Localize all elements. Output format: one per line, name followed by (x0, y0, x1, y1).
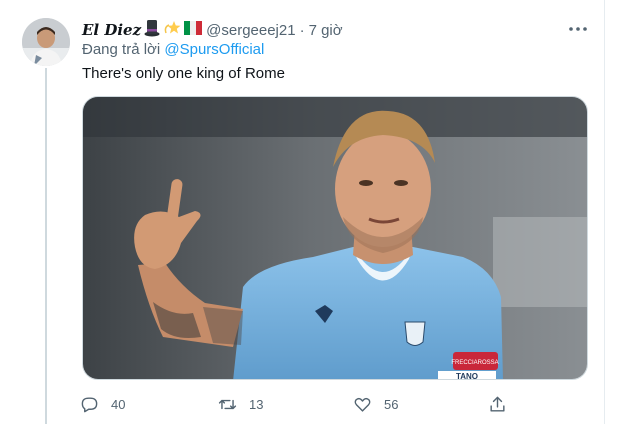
italy-flag-emoji (184, 21, 203, 39)
like-count: 56 (384, 396, 399, 412)
share-icon (490, 396, 505, 412)
more-options-button[interactable] (566, 19, 590, 39)
retweet-button[interactable]: 13 (218, 392, 263, 416)
replying-to-mention[interactable]: @SpursOfficial (164, 41, 264, 58)
replying-to-label: Đang trả lời (82, 41, 161, 58)
like-button[interactable]: 56 (353, 392, 398, 416)
tweet-header: El Diez @sergeeej21 · 7 giờ (82, 19, 343, 41)
user-handle[interactable]: @sergeeej21 (206, 22, 295, 39)
retweet-count: 13 (249, 396, 264, 412)
share-button[interactable] (488, 392, 507, 416)
player-photo: FRECCIAROSSA TANO (83, 97, 587, 380)
thread-line (45, 68, 47, 424)
reply-icon (81, 396, 98, 412)
tweet-actions: 40 13 56 (80, 392, 520, 416)
dizzy-star-emoji (163, 19, 181, 41)
like-icon (354, 397, 371, 412)
top-hat-emoji (144, 19, 160, 41)
tweet-timestamp[interactable]: 7 giờ (309, 22, 343, 39)
tweet[interactable]: El Diez @sergeeej21 · 7 giờ Đang trả lời… (0, 0, 606, 424)
tweet-text: There's only one king of Rome (82, 65, 285, 82)
retweet-icon (218, 399, 237, 409)
reply-button[interactable]: 40 (80, 392, 125, 416)
reply-count: 40 (111, 396, 126, 412)
sponsor-badge-text: FRECCIAROSSA (451, 360, 498, 366)
tweet-media-image[interactable]: FRECCIAROSSA TANO (82, 96, 588, 380)
separator-dot: · (299, 21, 305, 39)
more-icon (569, 27, 587, 31)
avatar-image (22, 18, 70, 66)
timeline-border (604, 0, 605, 424)
display-name[interactable]: El Diez (82, 21, 141, 39)
replying-to: Đang trả lời @SpursOfficial (82, 41, 264, 58)
avatar[interactable] (22, 18, 70, 66)
armband-text: TANO (456, 372, 478, 380)
